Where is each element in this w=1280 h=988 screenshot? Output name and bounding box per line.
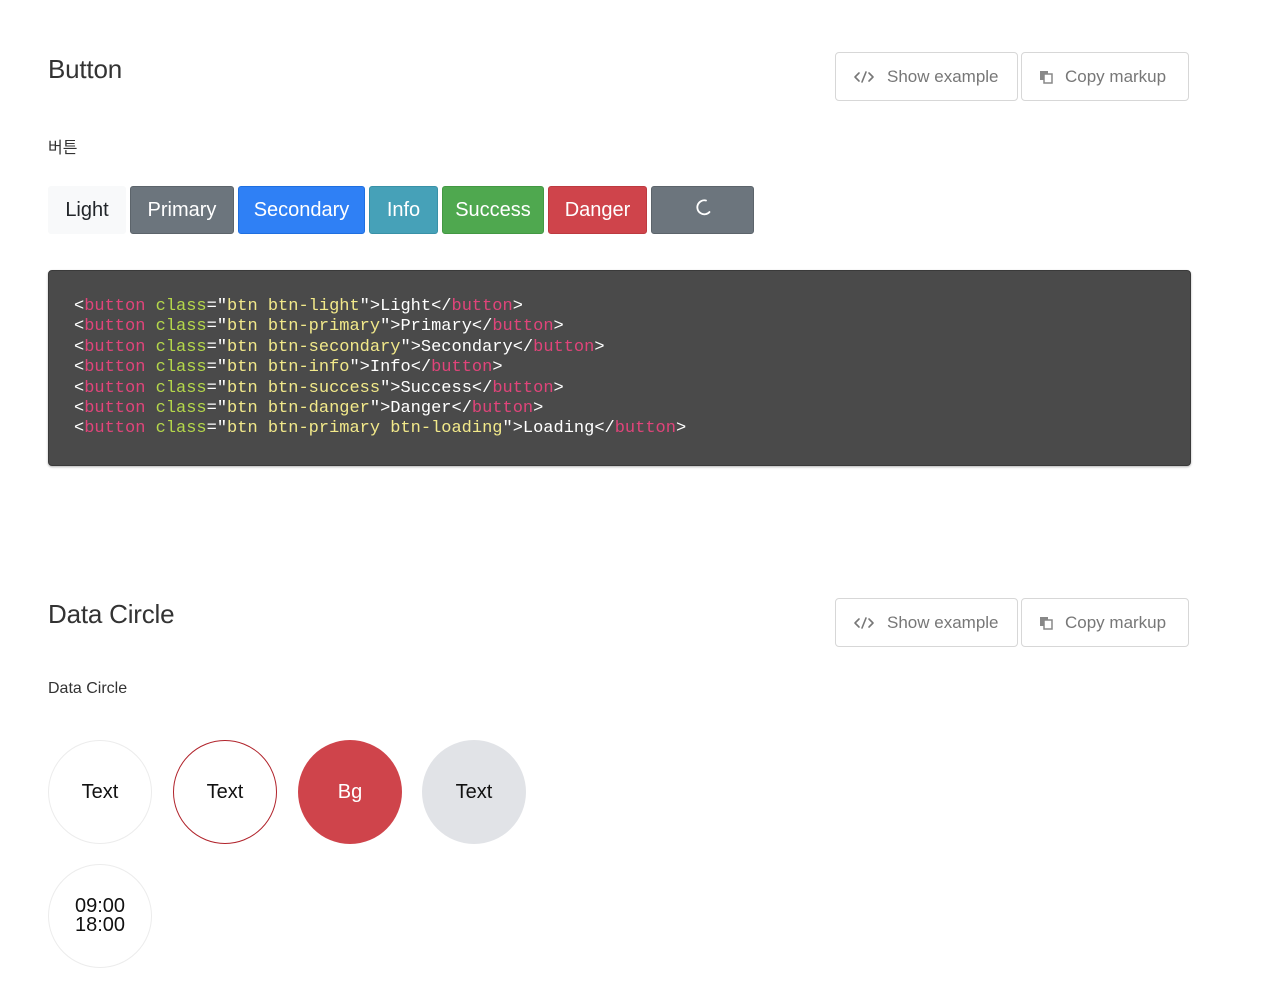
data-circle-bg: Bg — [298, 740, 402, 844]
light-button[interactable]: Light — [48, 186, 126, 234]
section-description: Data Circle — [48, 680, 128, 697]
show-example-button[interactable]: Show example — [835, 598, 1018, 647]
copy-markup-button[interactable]: Copy markup — [1021, 598, 1189, 647]
end-time: 18:00 — [74, 914, 126, 936]
code-line: <button class="btn btn-primary">Primary<… — [74, 317, 564, 337]
show-example-button[interactable]: Show example — [835, 52, 1018, 101]
code-line: <button class="btn btn-info">Info</butto… — [74, 358, 503, 378]
data-circle-outline: Text — [173, 740, 277, 844]
copy-markup-button[interactable]: Copy markup — [1021, 52, 1189, 101]
primary-button[interactable]: Primary — [130, 186, 234, 234]
spinner-icon — [694, 198, 712, 222]
code-block: <button class="btn btn-light">Light</but… — [48, 270, 1191, 466]
section-title: Button — [48, 54, 122, 84]
button-section: Button Show example Copy markup 버튼 Light… — [48, 0, 1191, 500]
show-example-label: Show example — [887, 612, 999, 632]
danger-button[interactable]: Danger — [548, 186, 647, 234]
code-icon — [853, 70, 875, 84]
copy-markup-label: Copy markup — [1065, 66, 1167, 86]
section-description: 버튼 — [48, 140, 78, 157]
copy-icon — [1039, 616, 1053, 630]
success-button[interactable]: Success — [442, 186, 544, 234]
loading-button[interactable] — [651, 186, 754, 234]
show-example-label: Show example — [887, 66, 999, 86]
code-line: <button class="btn btn-secondary">Second… — [74, 337, 605, 357]
code-line: <button class="btn btn-primary btn-loadi… — [74, 419, 687, 439]
section-title: Data Circle — [48, 599, 175, 629]
info-button[interactable]: Info — [369, 186, 438, 234]
button-row: Light Primary Secondary Info Success Dan… — [48, 186, 758, 234]
copy-markup-label: Copy markup — [1065, 612, 1167, 632]
data-circle-default: Text — [48, 740, 152, 844]
data-circle-time: 09:00 18:00 — [48, 864, 152, 968]
data-circle-gray: Text — [422, 740, 526, 844]
code-line: <button class="btn btn-success">Success<… — [74, 378, 564, 398]
code-line: <button class="btn btn-light">Light</but… — [74, 297, 523, 316]
data-circle-section: Data Circle Show example Copy markup Dat… — [48, 545, 1191, 988]
code-icon — [853, 616, 875, 630]
secondary-button[interactable]: Secondary — [238, 186, 365, 234]
copy-icon — [1039, 70, 1053, 84]
code-line: <button class="btn btn-danger">Danger</b… — [74, 399, 544, 419]
